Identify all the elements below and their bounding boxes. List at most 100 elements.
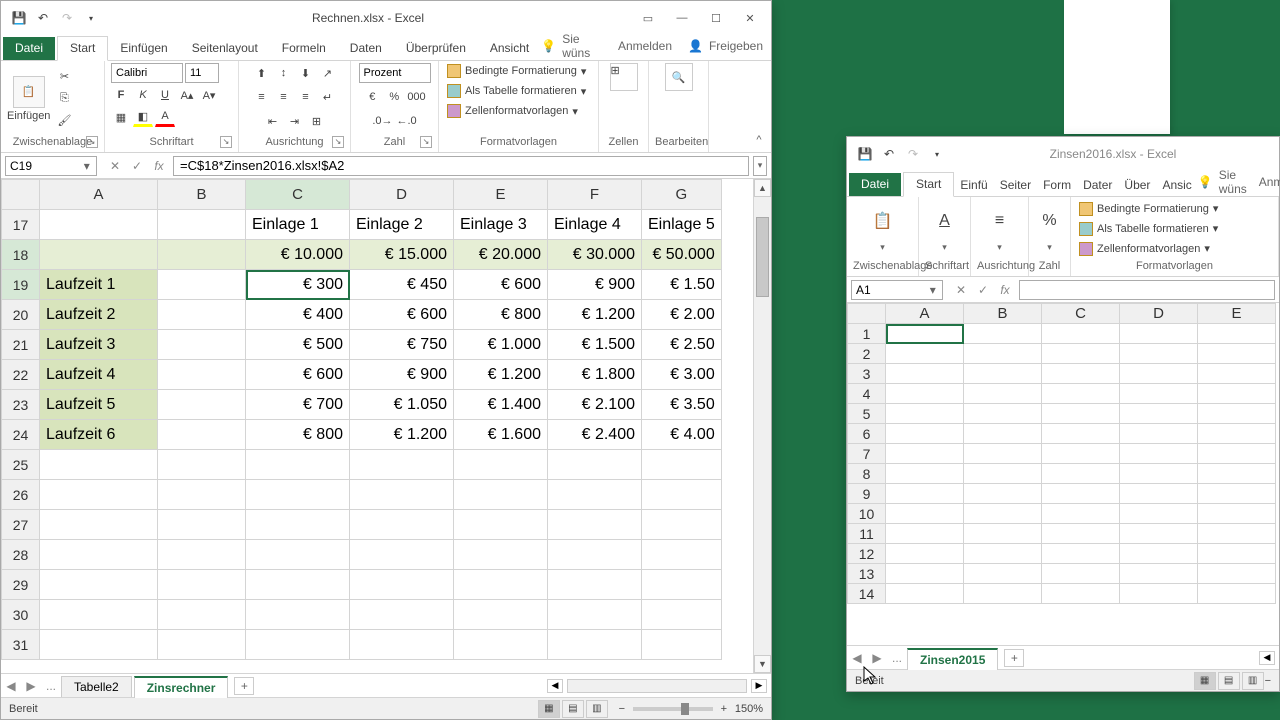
cell-F31[interactable] xyxy=(548,630,642,660)
col-header-D[interactable]: D xyxy=(1120,304,1198,324)
cell-E23[interactable]: € 1.400 xyxy=(454,390,548,420)
cell-E8[interactable] xyxy=(1198,464,1276,484)
cell-E18[interactable]: € 20.000 xyxy=(454,240,548,270)
tab-einfuegen[interactable]: Einfügen xyxy=(108,37,179,60)
fx-icon[interactable]: fx xyxy=(149,156,169,176)
cell-B24[interactable] xyxy=(158,420,246,450)
cell-F29[interactable] xyxy=(548,570,642,600)
cell-B12[interactable] xyxy=(964,544,1042,564)
col-header-E[interactable]: E xyxy=(454,180,548,210)
align-center-icon[interactable]: ≡ xyxy=(274,87,294,107)
cell-G20[interactable]: € 2.00 xyxy=(642,300,722,330)
cell-D14[interactable] xyxy=(1120,584,1198,604)
find-icon[interactable]: 🔍 xyxy=(665,63,693,91)
tell-me[interactable]: Sie wüns xyxy=(1219,168,1247,196)
cell-A30[interactable] xyxy=(40,600,158,630)
cell-E21[interactable]: € 1.000 xyxy=(454,330,548,360)
normal-view-button[interactable]: ▦ xyxy=(1194,672,1216,690)
cell-D24[interactable]: € 1.200 xyxy=(350,420,454,450)
cell-E14[interactable] xyxy=(1198,584,1276,604)
row-header-10[interactable]: 10 xyxy=(848,504,886,524)
font-icon[interactable]: A xyxy=(928,204,962,238)
currency-icon[interactable]: € xyxy=(362,87,382,107)
sheet-tab-tabelle2[interactable]: Tabelle2 xyxy=(61,676,132,697)
conditional-formatting-button[interactable]: Bedingte Formatierung▾ xyxy=(1077,201,1220,217)
grow-font-icon[interactable]: A▴ xyxy=(177,85,197,105)
cell-B6[interactable] xyxy=(964,424,1042,444)
cell-D6[interactable] xyxy=(1120,424,1198,444)
cell-G17[interactable]: Einlage 5 xyxy=(642,210,722,240)
cell-E11[interactable] xyxy=(1198,524,1276,544)
tab-nav-right-icon[interactable]: ▶ xyxy=(21,679,41,693)
tab-start[interactable]: Start xyxy=(903,172,954,197)
col-header-F[interactable]: F xyxy=(548,180,642,210)
cell-C29[interactable] xyxy=(246,570,350,600)
cell-A25[interactable] xyxy=(40,450,158,480)
cell-C20[interactable]: € 400 xyxy=(246,300,350,330)
cell-G23[interactable]: € 3.50 xyxy=(642,390,722,420)
row-header-23[interactable]: 23 xyxy=(2,390,40,420)
tab-datei[interactable]: Datei xyxy=(849,173,901,196)
cell-B20[interactable] xyxy=(158,300,246,330)
tab-seitenlayout[interactable]: Seitenlayout xyxy=(180,37,270,60)
cell-A20[interactable]: Laufzeit 2 xyxy=(40,300,158,330)
cell-C31[interactable] xyxy=(246,630,350,660)
cell-A8[interactable] xyxy=(886,464,964,484)
select-all-corner[interactable] xyxy=(2,180,40,210)
cell-D31[interactable] xyxy=(350,630,454,660)
cell-C30[interactable] xyxy=(246,600,350,630)
row-header-31[interactable]: 31 xyxy=(2,630,40,660)
cell-B31[interactable] xyxy=(158,630,246,660)
cell-G28[interactable] xyxy=(642,540,722,570)
cell-E4[interactable] xyxy=(1198,384,1276,404)
group-cells-label[interactable]: Zellen xyxy=(609,136,639,148)
page-break-view-button[interactable]: ▥ xyxy=(586,700,608,718)
row-header-4[interactable]: 4 xyxy=(848,384,886,404)
cell-E26[interactable] xyxy=(454,480,548,510)
cell-C10[interactable] xyxy=(1042,504,1120,524)
row-header-9[interactable]: 9 xyxy=(848,484,886,504)
cell-B22[interactable] xyxy=(158,360,246,390)
row-header-25[interactable]: 25 xyxy=(2,450,40,480)
cell-F23[interactable]: € 2.100 xyxy=(548,390,642,420)
horizontal-scrollbar[interactable] xyxy=(567,679,747,693)
tab-einfuegen[interactable]: Einfü xyxy=(954,174,993,196)
formula-input[interactable]: =C$18*Zinsen2016.xlsx!$A2 xyxy=(173,156,749,176)
cell-A14[interactable] xyxy=(886,584,964,604)
cell-E2[interactable] xyxy=(1198,344,1276,364)
minimize-button[interactable]: — xyxy=(665,7,699,29)
cell-G30[interactable] xyxy=(642,600,722,630)
row-header-8[interactable]: 8 xyxy=(848,464,886,484)
cell-A1[interactable] xyxy=(886,324,964,344)
cell-A22[interactable]: Laufzeit 4 xyxy=(40,360,158,390)
zoom-slider[interactable] xyxy=(633,707,713,711)
cell-F28[interactable] xyxy=(548,540,642,570)
cell-G31[interactable] xyxy=(642,630,722,660)
cell-B28[interactable] xyxy=(158,540,246,570)
tab-nav-left-icon[interactable]: ◀ xyxy=(847,651,867,665)
cell-E6[interactable] xyxy=(1198,424,1276,444)
tab-start[interactable]: Start xyxy=(57,36,108,61)
tab-nav-right-icon[interactable]: ▶ xyxy=(867,651,887,665)
cell-E24[interactable]: € 1.600 xyxy=(454,420,548,450)
cell-D5[interactable] xyxy=(1120,404,1198,424)
cell-F22[interactable]: € 1.800 xyxy=(548,360,642,390)
cell-F17[interactable]: Einlage 4 xyxy=(548,210,642,240)
italic-button[interactable]: K xyxy=(133,85,153,105)
tab-nav-left-icon[interactable]: ◀ xyxy=(1,679,21,693)
cell-C22[interactable]: € 600 xyxy=(246,360,350,390)
col-header-D[interactable]: D xyxy=(350,180,454,210)
cell-D11[interactable] xyxy=(1120,524,1198,544)
undo-icon[interactable]: ↶ xyxy=(33,8,53,28)
row-header-3[interactable]: 3 xyxy=(848,364,886,384)
cell-F30[interactable] xyxy=(548,600,642,630)
cell-D8[interactable] xyxy=(1120,464,1198,484)
cell-E5[interactable] xyxy=(1198,404,1276,424)
cell-A28[interactable] xyxy=(40,540,158,570)
cell-E27[interactable] xyxy=(454,510,548,540)
tab-ellipsis[interactable]: ... xyxy=(887,651,907,665)
spreadsheet-grid[interactable]: ABCDEFG17Einlage 1Einlage 2Einlage 3Einl… xyxy=(1,179,753,673)
cell-E22[interactable]: € 1.200 xyxy=(454,360,548,390)
row-header-1[interactable]: 1 xyxy=(848,324,886,344)
cell-E28[interactable] xyxy=(454,540,548,570)
